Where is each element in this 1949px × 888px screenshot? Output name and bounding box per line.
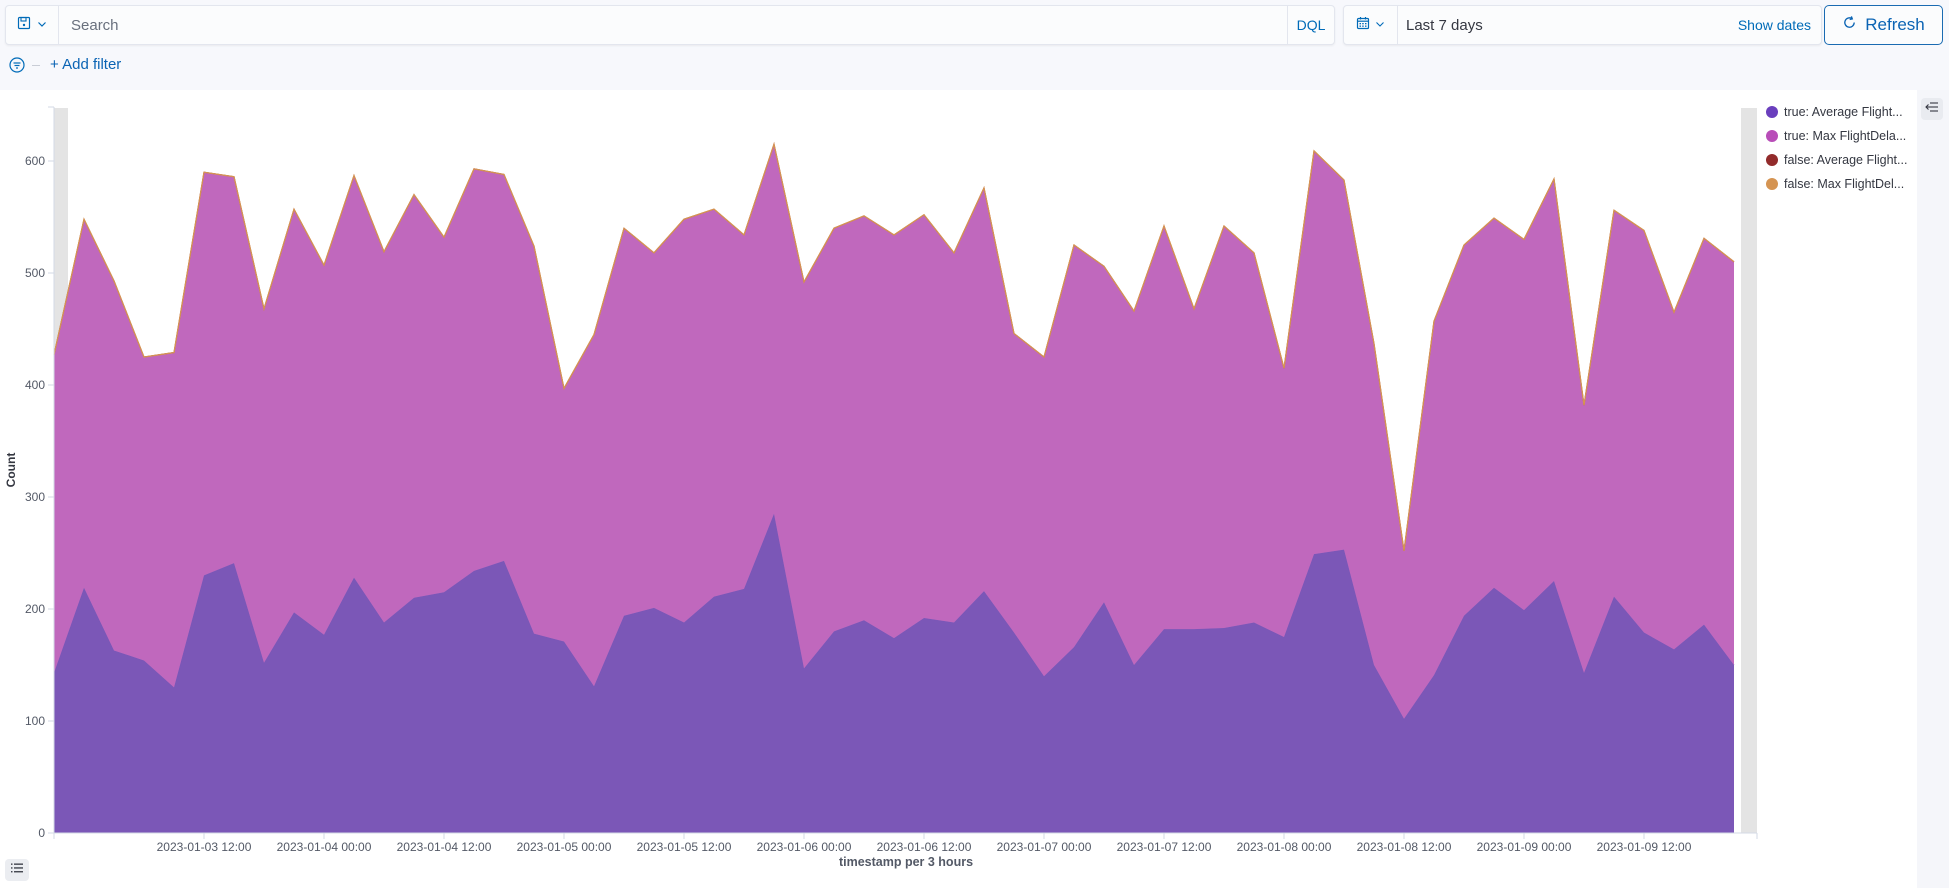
x-tick-label: 2023-01-06 12:00 [877, 840, 972, 854]
list-icon [10, 861, 24, 879]
chart-edge-band [1741, 108, 1757, 833]
x-tick-label: 2023-01-05 12:00 [637, 840, 732, 854]
x-tick-label: 2023-01-08 12:00 [1357, 840, 1452, 854]
x-tick-label: 2023-01-07 00:00 [997, 840, 1092, 854]
x-tick-label: 2023-01-04 12:00 [397, 840, 492, 854]
legend-list-button[interactable] [5, 859, 29, 881]
x-tick-label: 2023-01-06 00:00 [757, 840, 852, 854]
legend-label: false: Max FlightDel... [1784, 177, 1905, 191]
legend-item[interactable]: true: Average Flight... [1766, 100, 1916, 124]
y-tick-label: 400 [25, 378, 45, 392]
x-tick-label: 2023-01-05 00:00 [517, 840, 612, 854]
x-tick-label: 2023-01-04 00:00 [277, 840, 372, 854]
y-tick-label: 600 [25, 154, 45, 168]
x-tick-label: 2023-01-08 00:00 [1237, 840, 1332, 854]
legend-dot-icon [1766, 130, 1778, 142]
legend-collapse-icon [1925, 100, 1939, 118]
y-tick-label: 300 [25, 490, 45, 504]
x-tick-label: 2023-01-07 12:00 [1117, 840, 1212, 854]
legend-dot-icon [1766, 154, 1778, 166]
y-tick-label: 0 [38, 826, 45, 840]
y-tick-label: 200 [25, 602, 45, 616]
x-tick-label: 2023-01-09 00:00 [1477, 840, 1572, 854]
x-axis-label: timestamp per 3 hours [839, 855, 973, 869]
legend-item[interactable]: true: Max FlightDela... [1766, 124, 1916, 148]
legend-label: true: Max FlightDela... [1784, 129, 1907, 143]
y-axis-label: Count [4, 453, 18, 488]
area-chart: 0 100 200 300 400 500 600 2023-01-03 12:00 2023-… [4, 106, 1758, 869]
legend-label: true: Average Flight... [1784, 105, 1903, 119]
y-tick-label: 100 [25, 714, 45, 728]
y-tick-label: 500 [25, 266, 45, 280]
legend-item[interactable]: false: Max FlightDel... [1766, 172, 1916, 196]
legend-dot-icon [1766, 106, 1778, 118]
legend-toggle-button[interactable] [1921, 98, 1943, 120]
legend-item[interactable]: false: Average Flight... [1766, 148, 1916, 172]
legend-dot-icon [1766, 178, 1778, 190]
x-tick-label: 2023-01-09 12:00 [1597, 840, 1692, 854]
legend-label: false: Average Flight... [1784, 153, 1908, 167]
legend: true: Average Flight... true: Max Flight… [1766, 100, 1916, 196]
x-tick-label: 2023-01-03 12:00 [157, 840, 252, 854]
